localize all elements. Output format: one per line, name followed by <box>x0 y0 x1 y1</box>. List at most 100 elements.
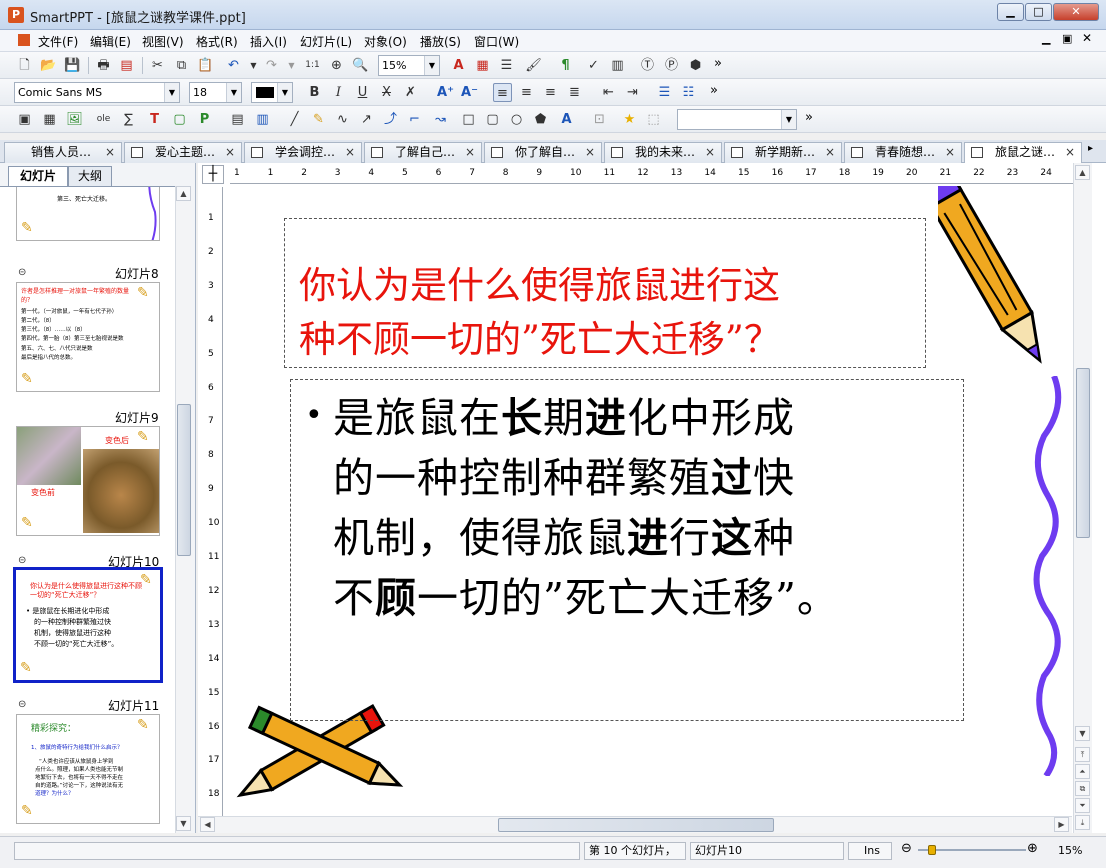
rectangle-icon[interactable]: □ <box>459 110 478 129</box>
align-left-icon[interactable]: ≡ <box>493 83 512 102</box>
close-icon[interactable]: × <box>345 143 355 162</box>
style-select[interactable]: ▼ <box>677 109 797 130</box>
underline-icon[interactable]: U <box>353 83 372 102</box>
text-frame-icon[interactable]: T <box>145 110 164 129</box>
slide-canvas[interactable]: 你认为是什么使得旅鼠进行这 种不顾一切的”死亡大迁移”？ • 是旅鼠在长期进化中… <box>226 186 1072 817</box>
clear-format-icon[interactable]: ✗ <box>401 83 420 102</box>
ellipse-icon[interactable]: ○ <box>507 110 526 129</box>
text-a-icon[interactable]: A <box>449 56 468 75</box>
scroll-down-icon[interactable]: ▼ <box>176 816 191 831</box>
page-size-icon[interactable]: 1:1 <box>303 56 322 75</box>
formula-icon[interactable]: ∑ <box>119 110 138 129</box>
image-icon[interactable]: 🖼 <box>65 110 84 129</box>
zoom-fit-icon[interactable]: ⊕ <box>327 56 346 75</box>
curved-connector-icon[interactable]: ↝ <box>431 110 450 129</box>
curve-icon[interactable]: ∿ <box>333 110 352 129</box>
paragraph-mark-icon[interactable]: ¶ <box>556 56 575 75</box>
redo-dropdown-icon[interactable]: ▼ <box>282 56 301 75</box>
align-right-icon[interactable]: ≡ <box>541 83 560 102</box>
align-center-icon[interactable]: ≡ <box>517 83 536 102</box>
new-icon[interactable]: 🗋 <box>15 56 34 75</box>
close-icon[interactable]: × <box>1065 143 1075 162</box>
star-icon[interactable]: ★ <box>620 110 639 129</box>
table-frame-icon[interactable]: ▦ <box>40 110 59 129</box>
zoom-out-icon[interactable]: ⊖ <box>901 841 912 856</box>
doc-tab[interactable]: 青春随想… × <box>844 142 962 163</box>
strikethrough-icon[interactable]: X <box>377 83 396 102</box>
menu-edit[interactable]: 编辑(E) <box>90 33 131 50</box>
first-slide-icon[interactable]: ⤒ <box>1075 747 1090 762</box>
scrollbar-thumb[interactable] <box>498 818 774 832</box>
menu-view[interactable]: 视图(V) <box>142 33 184 50</box>
last-slide-icon[interactable]: ⤓ <box>1075 815 1090 830</box>
next-slide-icon[interactable]: ⏷ <box>1075 798 1090 813</box>
doc-tab[interactable]: 学会调控… × <box>244 142 362 163</box>
close-icon[interactable]: × <box>105 143 115 162</box>
menu-object[interactable]: 对象(O) <box>364 33 407 50</box>
bullet-list-icon[interactable]: ☰ <box>655 83 674 102</box>
scrollbar-thumb[interactable] <box>177 404 191 556</box>
pdf-icon[interactable]: ▤ <box>117 56 136 75</box>
rounded-rectangle-icon[interactable]: ▢ <box>483 110 502 129</box>
redo-icon[interactable]: ↷ <box>262 56 281 75</box>
outdent-icon[interactable]: ⇤ <box>599 83 618 102</box>
graphic-frame-icon[interactable]: ▢ <box>170 110 189 129</box>
undo-icon[interactable]: ↶ <box>224 56 243 75</box>
body-placeholder[interactable]: • 是旅鼠在长期进化中形成 的一种控制种群繁殖过快 机制，使得旅鼠进行这种 不顾… <box>290 379 964 721</box>
scroll-up-icon[interactable]: ▲ <box>1075 165 1090 180</box>
numbered-list-icon[interactable]: ☷ <box>679 83 698 102</box>
thumbnail-scrollbar[interactable]: ▲ ▼ <box>175 186 192 833</box>
arrow-icon[interactable]: ↗ <box>357 110 376 129</box>
scroll-up-icon[interactable]: ▲ <box>176 186 191 201</box>
indent-icon[interactable]: ⇥ <box>623 83 642 102</box>
toolbar-overflow-icon[interactable]: » <box>714 56 722 71</box>
print-icon[interactable]: 🖶 <box>94 56 113 75</box>
menu-file[interactable]: 文件(F) <box>38 33 78 50</box>
frame-icon[interactable]: ▣ <box>15 110 34 129</box>
table-icon[interactable]: ▦ <box>473 56 492 75</box>
mdi-minimize-button[interactable]: ▁ <box>1042 32 1050 45</box>
font-select[interactable]: Comic Sans MS ▼ <box>14 82 180 103</box>
ungroup-icon[interactable]: ▥ <box>253 110 272 129</box>
toolbar-overflow-icon[interactable]: » <box>805 110 813 125</box>
bold-icon[interactable]: B <box>305 83 324 102</box>
shrink-font-icon[interactable]: A⁻ <box>460 83 479 102</box>
menu-play[interactable]: 播放(S) <box>420 33 461 50</box>
tab-outline[interactable]: 大纲 <box>68 166 112 186</box>
zoom-slider-thumb[interactable] <box>928 845 936 855</box>
scroll-left-icon[interactable]: ◀ <box>200 817 215 832</box>
grow-font-icon[interactable]: A⁺ <box>436 83 455 102</box>
minimize-button[interactable]: ▁ <box>997 3 1024 21</box>
maximize-button[interactable]: □ <box>1025 3 1052 21</box>
close-button[interactable]: ✕ <box>1053 3 1099 21</box>
select-icon[interactable]: ⬚ <box>644 110 663 129</box>
text-box-icon[interactable]: Ⓣ <box>638 56 657 75</box>
slide-thumbnail-7[interactable]: 第三、死亡大迁移。 ✎ <box>16 187 160 241</box>
paste-icon[interactable]: 📋 <box>196 56 215 75</box>
list-icon[interactable]: ☰ <box>497 56 516 75</box>
open-icon[interactable]: 📂 <box>39 56 58 75</box>
doc-tab[interactable]: 了解自己… × <box>364 142 482 163</box>
font-size-select[interactable]: 18 ▼ <box>189 82 242 103</box>
ole-icon[interactable]: ole <box>94 110 113 129</box>
mdi-restore-button[interactable]: ▣ <box>1062 32 1072 45</box>
crop-icon[interactable]: ⊡ <box>590 110 609 129</box>
pencil-icon[interactable]: ✎ <box>309 110 328 129</box>
close-icon[interactable]: × <box>825 143 835 162</box>
scroll-right-icon[interactable]: ▶ <box>1054 817 1069 832</box>
menu-format[interactable]: 格式(R) <box>196 33 238 50</box>
copy-icon[interactable]: ⧉ <box>172 56 191 75</box>
tab-scroll-icon[interactable]: ▸ <box>1088 143 1093 154</box>
wordart-icon[interactable]: A <box>557 110 576 129</box>
vertical-scrollbar[interactable]: ▲ ▼ ⤒ ⏶ ⧉ ⏷ ⤓ <box>1073 163 1092 833</box>
close-icon[interactable]: × <box>225 143 235 162</box>
group-icon[interactable]: ▤ <box>228 110 247 129</box>
scroll-down-icon[interactable]: ▼ <box>1075 726 1090 741</box>
slide-thumbnail-8[interactable]: 许者是怎样推理一对旅鼠一年繁殖的数量的？ 第一代，（一对旅鼠，一年有七代子孙） … <box>16 282 160 392</box>
shapes-icon[interactable]: ⬟ <box>531 110 550 129</box>
title-placeholder[interactable]: 你认为是什么使得旅鼠进行这 种不顾一切的”死亡大迁移”？ <box>284 218 926 368</box>
copy-slide-icon[interactable]: ⧉ <box>1075 781 1090 796</box>
slide-thumbnail-9[interactable]: 变色后 变色前 ✎ ✎ <box>16 426 160 536</box>
zoom-select[interactable]: 15% ▼ <box>378 55 440 76</box>
horizontal-scrollbar[interactable]: ◀ ▶ <box>198 816 1072 833</box>
